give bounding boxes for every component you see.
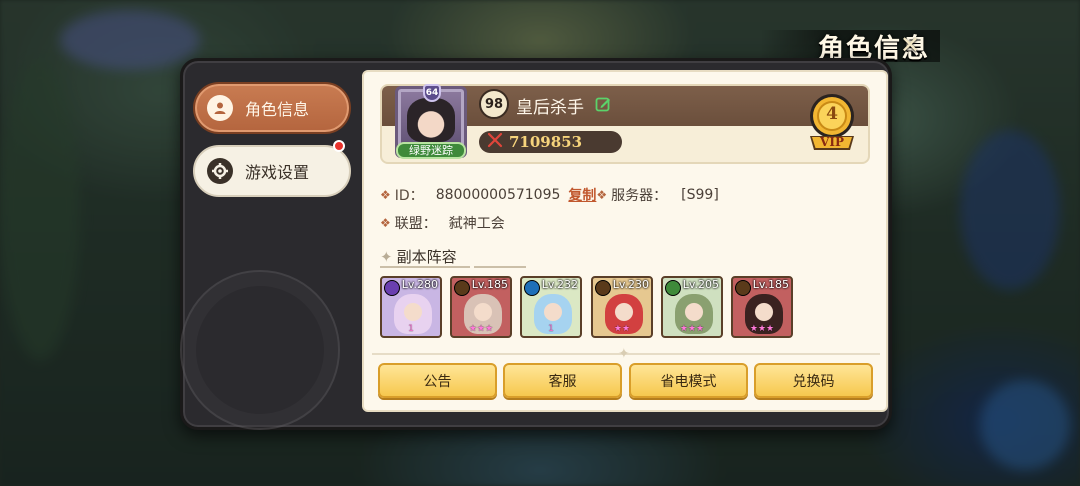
id-label: ID： <box>394 188 424 204</box>
server-label: 服务器： <box>611 188 668 204</box>
element-icon <box>454 280 470 296</box>
avatar-portrait <box>407 98 455 142</box>
hero-stars: ★★ <box>613 324 631 334</box>
notification-badge <box>333 140 345 152</box>
element-icon <box>665 280 681 296</box>
hero-card[interactable]: Lv.230 ★★ <box>591 276 653 338</box>
crossed-swords-icon <box>487 132 503 152</box>
hero-level: Lv.185 <box>752 278 789 291</box>
hero-level: Lv.185 <box>471 278 508 291</box>
gear-icon <box>207 158 233 184</box>
lineup-title: ✦ 副本阵容 <box>380 246 457 267</box>
player-level-badge: 98 <box>479 89 509 119</box>
vip-badge[interactable]: 4 VIP <box>806 92 858 154</box>
element-icon <box>595 280 611 296</box>
element-icon <box>735 280 751 296</box>
tab-character-info[interactable]: 角色信息 <box>193 82 351 134</box>
redeem-code-button[interactable]: 兑换码 <box>754 363 873 398</box>
server-value: [S99] <box>681 187 719 203</box>
avatar-level-badge: 64 <box>423 84 441 102</box>
customer-service-button[interactable]: 客服 <box>503 363 622 398</box>
bullet-icon: ❖ <box>596 188 608 202</box>
hero-card[interactable]: Lv.205 ★★★ <box>661 276 723 338</box>
hero-card[interactable]: Lv.232 1 <box>520 276 582 338</box>
hero-level: Lv.280 <box>401 278 438 291</box>
hero-stars: 1 <box>548 324 554 334</box>
bullet-icon: ❖ <box>380 216 391 230</box>
hero-level: Lv.230 <box>612 278 649 291</box>
divider-ornament-icon: ✦ <box>618 346 630 362</box>
section-underline <box>380 266 526 268</box>
hero-card[interactable]: Lv.280 1 <box>380 276 442 338</box>
notice-button[interactable]: 公告 <box>378 363 497 398</box>
copy-button[interactable]: 复制 <box>568 185 596 205</box>
guild-value: 弑神工会 <box>448 216 505 232</box>
hero-stars: ★★★ <box>468 324 494 334</box>
hero-stars: 1 <box>408 324 414 334</box>
id-value: 88000000571095 <box>435 187 561 203</box>
hero-stars: ★★★ <box>679 324 705 334</box>
sparkle-icon: ✦ <box>380 247 393 266</box>
vip-label: VIP <box>820 135 844 149</box>
combat-power-value: 7109853 <box>509 133 583 151</box>
edit-icon[interactable] <box>595 96 611 112</box>
lineup-title-text: 副本阵容 <box>396 248 457 266</box>
bullet-icon: ❖ <box>380 188 391 202</box>
close-x-icon[interactable]: ✕ <box>897 32 923 58</box>
element-icon <box>384 280 400 296</box>
hero-stars: ★★★ <box>749 324 775 334</box>
user-icon <box>207 95 233 121</box>
element-icon <box>524 280 540 296</box>
tab-label: 游戏设置 <box>245 163 310 182</box>
guild-label: 联盟： <box>394 216 437 232</box>
tab-label: 角色信息 <box>245 100 310 119</box>
avatar-title-tag: 绿野迷踪 <box>396 142 466 159</box>
hero-level: Lv.232 <box>541 278 578 291</box>
tab-game-settings[interactable]: 游戏设置 <box>193 145 351 197</box>
guild-row: ❖ 联盟： 弑神工会 <box>380 213 505 233</box>
power-save-button[interactable]: 省电模式 <box>629 363 748 398</box>
hero-level: Lv.205 <box>682 278 719 291</box>
player-name: 皇后杀手 <box>516 98 584 118</box>
hero-card[interactable]: Lv.185 ★★★ <box>450 276 512 338</box>
compass-decoration <box>180 270 340 430</box>
hero-card[interactable]: Lv.185 ★★★ <box>731 276 793 338</box>
vip-level: 4 <box>826 104 838 124</box>
id-row: ❖ ID： 88000000571095 复制 ❖ 服务器： [S99] <box>380 185 719 205</box>
combat-power-bar: 7109853 <box>479 131 622 153</box>
